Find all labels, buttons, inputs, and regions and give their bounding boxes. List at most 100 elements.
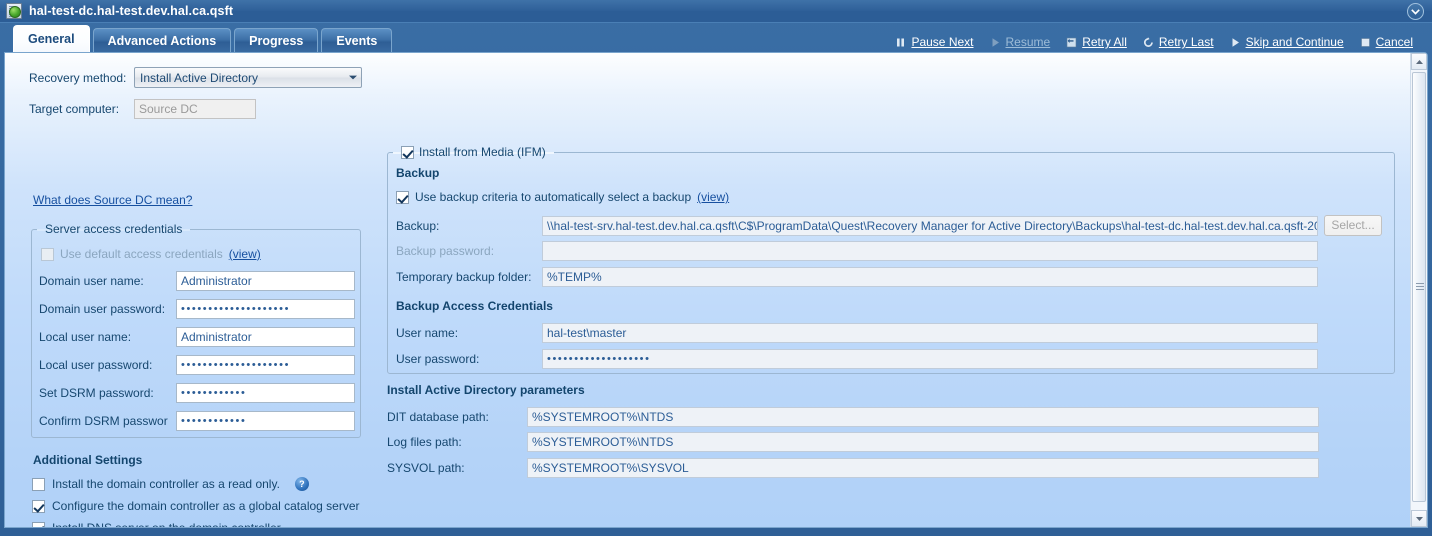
bac-user-name-row: User name: hal-test\master xyxy=(396,323,1318,343)
backup-row: Backup: \\hal-test-srv.hal-test.dev.hal.… xyxy=(396,215,1382,236)
tab-events[interactable]: Events xyxy=(321,28,392,53)
bac-user-name-input[interactable]: hal-test\master xyxy=(542,323,1318,343)
pause-next-button[interactable]: Pause Next xyxy=(888,34,982,50)
backup-password-input[interactable] xyxy=(542,241,1318,261)
confirm-dsrm-password-label: Confirm DSRM passwor xyxy=(39,414,176,428)
source-dc-help-link[interactable]: What does Source DC mean? xyxy=(33,193,192,207)
backup-heading-text: Backup xyxy=(396,166,439,180)
read-only-dc-label: Install the domain controller as a read … xyxy=(52,477,280,491)
server-globe-icon xyxy=(6,3,22,19)
bac-user-password-row: User password: ••••••••••••••••••• xyxy=(396,349,1318,369)
domain-user-name-label: Domain user name: xyxy=(39,274,176,288)
domain-user-password-label: Domain user password: xyxy=(39,302,176,316)
tab-strip: General Advanced Actions Progress Events… xyxy=(0,23,1432,53)
resume-label: Resume xyxy=(1006,35,1051,49)
play-icon xyxy=(1230,37,1241,48)
recovery-method-row: Recovery method: Install Active Director… xyxy=(29,67,379,88)
retry-last-button[interactable]: Retry Last xyxy=(1136,34,1223,50)
domain-user-name-row: Domain user name: Administrator xyxy=(39,271,355,291)
general-tab-panel: Recovery method: Install Active Director… xyxy=(4,52,1428,528)
install-ad-parameters-heading: Install Active Directory parameters xyxy=(387,383,585,397)
title-bar: hal-test-dc.hal-test.dev.hal.ca.qsft xyxy=(0,0,1432,23)
bac-user-password-input[interactable]: ••••••••••••••••••• xyxy=(542,349,1318,369)
bac-user-password-label: User password: xyxy=(396,352,542,366)
set-dsrm-password-input[interactable]: •••••••••••• xyxy=(176,383,355,403)
scroll-up-button[interactable] xyxy=(1411,53,1427,70)
additional-settings-heading-text: Additional Settings xyxy=(33,453,142,467)
cancel-button[interactable]: Cancel xyxy=(1353,34,1422,50)
install-ad-parameters-heading-text: Install Active Directory parameters xyxy=(387,383,585,397)
dit-database-path-input[interactable]: %SYSTEMROOT%\NTDS xyxy=(527,407,1319,427)
local-user-name-input[interactable]: Administrator xyxy=(176,327,355,347)
local-user-password-input[interactable]: •••••••••••••••••••• xyxy=(176,355,355,375)
tab-advanced-actions[interactable]: Advanced Actions xyxy=(93,28,232,53)
log-files-path-input[interactable]: %SYSTEMROOT%\NTDS xyxy=(527,432,1319,452)
chevron-down-icon[interactable] xyxy=(1407,3,1424,20)
domain-user-password-input[interactable]: •••••••••••••••••••• xyxy=(176,299,355,319)
retry-all-label: Retry All xyxy=(1082,35,1127,49)
skip-and-continue-button[interactable]: Skip and Continue xyxy=(1223,34,1353,50)
global-catalog-label: Configure the domain controller as a glo… xyxy=(52,499,360,513)
backup-label: Backup: xyxy=(396,219,542,233)
vertical-scrollbar[interactable] xyxy=(1410,53,1427,527)
retry-all-button[interactable]: Retry All xyxy=(1059,34,1136,50)
scroll-down-button[interactable] xyxy=(1411,510,1427,527)
read-only-dc-checkbox[interactable] xyxy=(32,478,45,491)
confirm-dsrm-password-row: Confirm DSRM passwor •••••••••••• xyxy=(39,411,355,431)
temporary-backup-folder-input[interactable]: %TEMP% xyxy=(542,267,1318,287)
use-default-credentials-view-link[interactable]: (view) xyxy=(229,247,261,261)
server-access-credentials-legend: Server access credentials xyxy=(41,222,186,236)
source-dc-link-label: What does Source DC mean? xyxy=(33,193,192,207)
scrollbar-track[interactable] xyxy=(1411,70,1427,510)
sysvol-path-row: SYSVOL path: %SYSTEMROOT%\SYSVOL xyxy=(387,458,1319,478)
tab-progress[interactable]: Progress xyxy=(234,28,318,53)
cancel-label: Cancel xyxy=(1376,35,1413,49)
sysvol-path-input[interactable]: %SYSTEMROOT%\SYSVOL xyxy=(527,458,1319,478)
backup-access-credentials-heading-text: Backup Access Credentials xyxy=(396,299,553,313)
play-icon xyxy=(990,37,1001,48)
recovery-method-select[interactable]: Install Active Directory xyxy=(134,67,362,88)
dit-database-path-label: DIT database path: xyxy=(387,410,527,424)
install-dns-label: Install DNS server on the domain control… xyxy=(52,521,281,528)
select-backup-button[interactable]: Select... xyxy=(1324,215,1382,236)
bac-user-name-label: User name: xyxy=(396,326,542,340)
pause-icon xyxy=(895,37,906,48)
scrollbar-thumb[interactable] xyxy=(1412,72,1426,502)
target-computer-field[interactable]: Source DC xyxy=(134,99,256,119)
sysvol-path-label: SYSVOL path: xyxy=(387,461,527,475)
local-user-name-label: Local user name: xyxy=(39,330,176,344)
caret-down-icon xyxy=(1416,517,1423,521)
domain-user-name-input[interactable]: Administrator xyxy=(176,271,355,291)
additional-settings-heading: Additional Settings xyxy=(33,453,142,467)
use-default-credentials-label: Use default access credentials xyxy=(60,247,223,261)
confirm-dsrm-password-input[interactable]: •••••••••••• xyxy=(176,411,355,431)
backup-criteria-label: Use backup criteria to automatically sel… xyxy=(415,190,691,204)
backup-access-credentials-heading: Backup Access Credentials xyxy=(396,299,553,313)
temporary-backup-folder-row: Temporary backup folder: %TEMP% xyxy=(396,267,1318,287)
action-toolbar: Pause Next Resume Retry All xyxy=(888,34,1422,50)
backup-criteria-checkbox[interactable] xyxy=(396,191,409,204)
install-dns-checkbox[interactable] xyxy=(32,522,45,529)
backup-criteria-row: Use backup criteria to automatically sel… xyxy=(396,190,729,204)
backup-path-input[interactable]: \\hal-test-srv.hal-test.dev.hal.ca.qsft\… xyxy=(542,216,1318,236)
backup-password-label: Backup password: xyxy=(396,244,542,258)
application-window: hal-test-dc.hal-test.dev.hal.ca.qsft Gen… xyxy=(0,0,1432,536)
global-catalog-checkbox[interactable] xyxy=(32,500,45,513)
target-computer-label: Target computer: xyxy=(29,102,134,116)
caret-up-icon xyxy=(1416,60,1423,64)
set-dsrm-password-row: Set DSRM password: •••••••••••• xyxy=(39,383,355,403)
backup-criteria-view-link[interactable]: (view) xyxy=(697,190,729,204)
use-default-credentials-checkbox[interactable] xyxy=(41,248,54,261)
tab-general[interactable]: General xyxy=(13,25,90,53)
server-access-credentials-legend-text: Server access credentials xyxy=(45,222,182,236)
backup-password-row: Backup password: xyxy=(396,241,1318,261)
log-files-path-row: Log files path: %SYSTEMROOT%\NTDS xyxy=(387,432,1319,452)
form-scroll-area: Recovery method: Install Active Director… xyxy=(5,53,1410,527)
help-icon[interactable]: ? xyxy=(295,477,309,491)
retry-last-icon xyxy=(1143,37,1154,48)
local-user-password-row: Local user password: •••••••••••••••••••… xyxy=(39,355,355,375)
install-from-media-checkbox[interactable] xyxy=(401,146,414,159)
global-catalog-row: Configure the domain controller as a glo… xyxy=(32,499,360,513)
resume-button[interactable]: Resume xyxy=(983,34,1060,50)
retry-last-label: Retry Last xyxy=(1159,35,1214,49)
